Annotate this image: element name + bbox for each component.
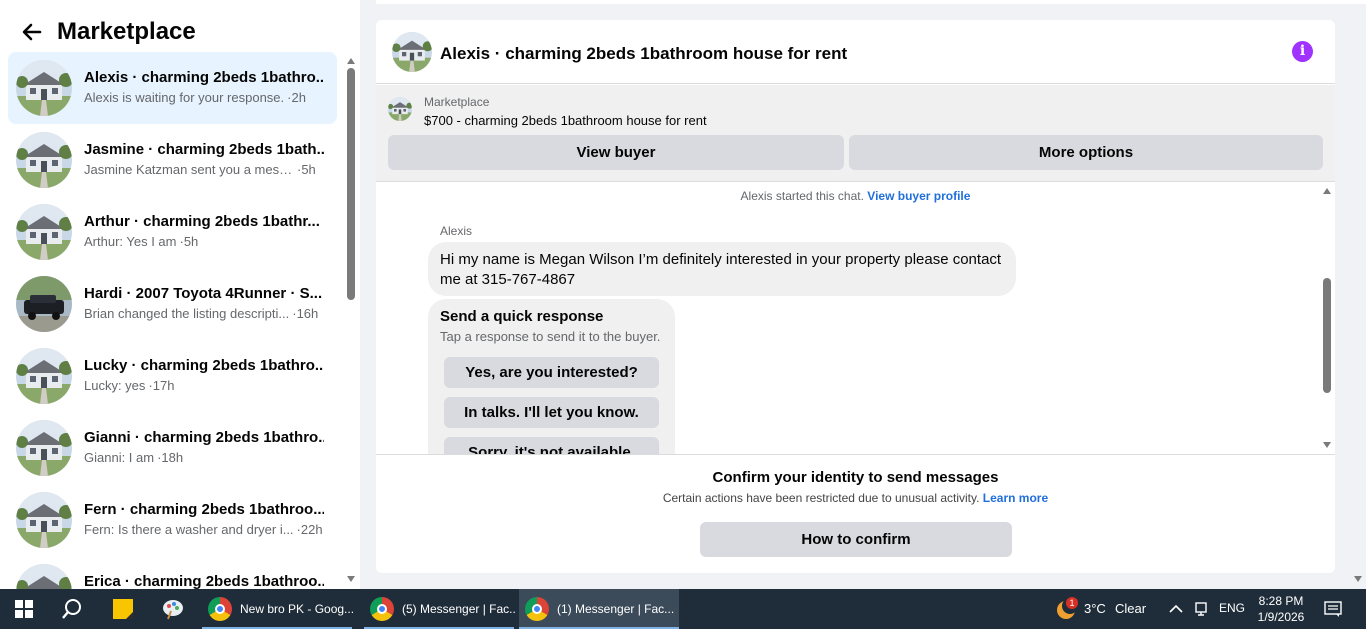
chat-started-notice: Alexis started this chat. View buyer pro… bbox=[740, 189, 971, 203]
listing-thumbnail bbox=[16, 204, 72, 260]
chat-panel: Alexis · charming 2beds 1bathroom house … bbox=[376, 20, 1335, 573]
conversation-title: Lucky · charming 2beds 1bathro... bbox=[84, 357, 324, 374]
sidebar-header: Marketplace bbox=[0, 0, 360, 52]
language-indicator[interactable]: ENG bbox=[1219, 601, 1245, 615]
sticky-notes-icon[interactable] bbox=[110, 589, 136, 629]
conversation-preview: Gianni: I am ·18h bbox=[84, 450, 184, 465]
listing-thumbnail bbox=[16, 132, 72, 188]
how-to-confirm-button[interactable]: How to confirm bbox=[700, 522, 1012, 557]
quick-response-button[interactable]: Yes, are you interested? bbox=[444, 357, 659, 388]
conversation-item[interactable]: Lucky · charming 2beds 1bathro... Lucky:… bbox=[8, 340, 337, 412]
confirm-title: Confirm your identity to send messages bbox=[712, 469, 999, 486]
conversation-item[interactable]: Alexis · charming 2beds 1bathro... Alexi… bbox=[8, 52, 337, 124]
conversation-title: Hardi · 2007 Toyota 4Runner · S... bbox=[84, 285, 323, 302]
conversation-preview: Lucky: yes ·17h bbox=[84, 378, 175, 393]
taskbar-chrome-window[interactable]: (5) Messenger | Fac... bbox=[364, 589, 516, 629]
listing-banner: Marketplace $700 - charming 2beds 1bathr… bbox=[376, 85, 1335, 182]
scroll-up-icon[interactable] bbox=[1323, 188, 1331, 194]
scroll-down-icon[interactable] bbox=[1323, 442, 1331, 448]
listing-thumbnail bbox=[16, 276, 72, 332]
listing-thumbnail bbox=[16, 492, 72, 548]
page-scroll-down-icon[interactable] bbox=[1354, 576, 1362, 582]
quick-response-card: Send a quick response Tap a response to … bbox=[428, 299, 675, 454]
quick-response-button[interactable]: In talks. I'll let you know. bbox=[444, 397, 659, 428]
clock-time: 8:28 PM bbox=[1258, 594, 1304, 608]
taskbar-chrome-window-active[interactable]: (1) Messenger | Fac... bbox=[519, 589, 679, 629]
weather-condition[interactable]: Clear bbox=[1115, 601, 1146, 616]
chat-header: Alexis · charming 2beds 1bathroom house … bbox=[376, 20, 1335, 84]
windows-taskbar: New bro PK - Goog... (5) Messenger | Fac… bbox=[0, 589, 1366, 629]
quick-response-subtitle: Tap a response to send it to the buyer. bbox=[440, 329, 661, 344]
notification-center-icon[interactable] bbox=[1322, 589, 1344, 629]
scrollbar-thumb[interactable] bbox=[347, 68, 355, 300]
conversation-item[interactable]: Jasmine · charming 2beds 1bath... Jasmin… bbox=[8, 124, 337, 196]
conversation-item[interactable]: Arthur · charming 2beds 1bathr... Arthur… bbox=[8, 196, 337, 268]
chrome-icon bbox=[208, 597, 232, 621]
back-arrow-icon[interactable] bbox=[20, 20, 44, 44]
paint-app-icon[interactable] bbox=[160, 589, 186, 629]
conversation-preview: Jasmine Katzman sent you a messa... ·5h bbox=[84, 162, 316, 177]
message-bubble: Hi my name is Megan Wilson I’m definitel… bbox=[428, 242, 1016, 296]
quick-response-title: Send a quick response bbox=[440, 308, 604, 325]
conversation-preview: Arthur: Yes I am ·5h bbox=[84, 234, 199, 249]
windows-start-icon[interactable] bbox=[12, 589, 36, 629]
conversation-preview: Alexis is waiting for your response. ·2h bbox=[84, 90, 306, 105]
chevron-up-icon[interactable] bbox=[1168, 589, 1184, 629]
quick-response-button[interactable]: Sorry, it's not available. bbox=[444, 437, 659, 454]
chrome-icon bbox=[525, 597, 549, 621]
system-clock[interactable]: 8:28 PM 1/9/2026 bbox=[1256, 593, 1306, 625]
conversation-title: Fern · charming 2beds 1bathroo... bbox=[84, 501, 324, 518]
view-buyer-profile-link[interactable]: View buyer profile bbox=[867, 189, 970, 203]
top-strip bbox=[376, 0, 1366, 4]
conversation-item[interactable]: Hardi · 2007 Toyota 4Runner · S... Brian… bbox=[8, 268, 337, 340]
chrome-icon bbox=[370, 597, 394, 621]
message-scrollbar[interactable] bbox=[1320, 183, 1335, 454]
listing-thumbnail bbox=[16, 348, 72, 404]
confirm-subtitle: Certain actions have been restricted due… bbox=[662, 491, 1049, 505]
conversation-title: Erica · charming 2beds 1bathroo... bbox=[84, 573, 324, 589]
chat-title[interactable]: Alexis · charming 2beds 1bathroom house … bbox=[440, 44, 847, 64]
conversation-title: Alexis · charming 2beds 1bathro... bbox=[84, 69, 324, 86]
listing-thumbnail bbox=[16, 60, 72, 116]
sidebar-title: Marketplace bbox=[57, 18, 196, 45]
scroll-up-icon[interactable] bbox=[347, 58, 355, 64]
listing-thumbnail bbox=[16, 420, 72, 476]
conversation-item[interactable]: Erica · charming 2beds 1bathroo... bbox=[8, 556, 337, 589]
conversation-title: Arthur · charming 2beds 1bathr... bbox=[84, 213, 320, 230]
listing-thumbnail bbox=[16, 564, 72, 589]
scrollbar-thumb[interactable] bbox=[1323, 278, 1331, 393]
conversation-preview: Brian changed the listing descripti... ·1… bbox=[84, 306, 319, 321]
sender-name: Alexis bbox=[440, 224, 473, 238]
message-list: Alexis started this chat. View buyer pro… bbox=[376, 183, 1335, 454]
network-icon[interactable] bbox=[1192, 589, 1210, 629]
view-buyer-button[interactable]: View buyer bbox=[388, 135, 844, 170]
conversation-title: Gianni · charming 2beds 1bathro... bbox=[84, 429, 324, 446]
taskbar-chrome-window[interactable]: New bro PK - Goog... bbox=[202, 589, 354, 629]
listing-price-title[interactable]: $700 - charming 2beds 1bathroom house fo… bbox=[424, 113, 707, 128]
listing-thumbnail bbox=[388, 97, 412, 121]
listing-avatar[interactable] bbox=[392, 32, 432, 72]
sidebar-scrollbar[interactable] bbox=[344, 52, 358, 589]
scroll-down-icon[interactable] bbox=[347, 576, 355, 582]
conversation-item[interactable]: Gianni · charming 2beds 1bathro... Giann… bbox=[8, 412, 337, 484]
conversation-sidebar: Marketplace Alexis · charming 2beds 1bat… bbox=[0, 0, 360, 589]
more-options-button[interactable]: More options bbox=[849, 135, 1323, 170]
search-icon[interactable] bbox=[58, 589, 86, 629]
info-icon[interactable]: i bbox=[1292, 41, 1313, 62]
identity-confirmation-banner: Confirm your identity to send messages C… bbox=[376, 454, 1335, 573]
learn-more-link[interactable]: Learn more bbox=[983, 491, 1048, 505]
conversation-title: Jasmine · charming 2beds 1bath... bbox=[84, 141, 324, 158]
temperature[interactable]: 3°C bbox=[1084, 601, 1106, 616]
conversation-item[interactable]: Fern · charming 2beds 1bathroo... Fern: … bbox=[8, 484, 337, 556]
listing-source-label: Marketplace bbox=[424, 95, 490, 109]
conversation-preview: Fern: Is there a washer and dryer i... ·2… bbox=[84, 522, 323, 537]
weather-moon-icon[interactable] bbox=[1054, 589, 1078, 629]
clock-date: 1/9/2026 bbox=[1257, 610, 1305, 624]
weather-badge: 1 bbox=[1066, 597, 1078, 609]
